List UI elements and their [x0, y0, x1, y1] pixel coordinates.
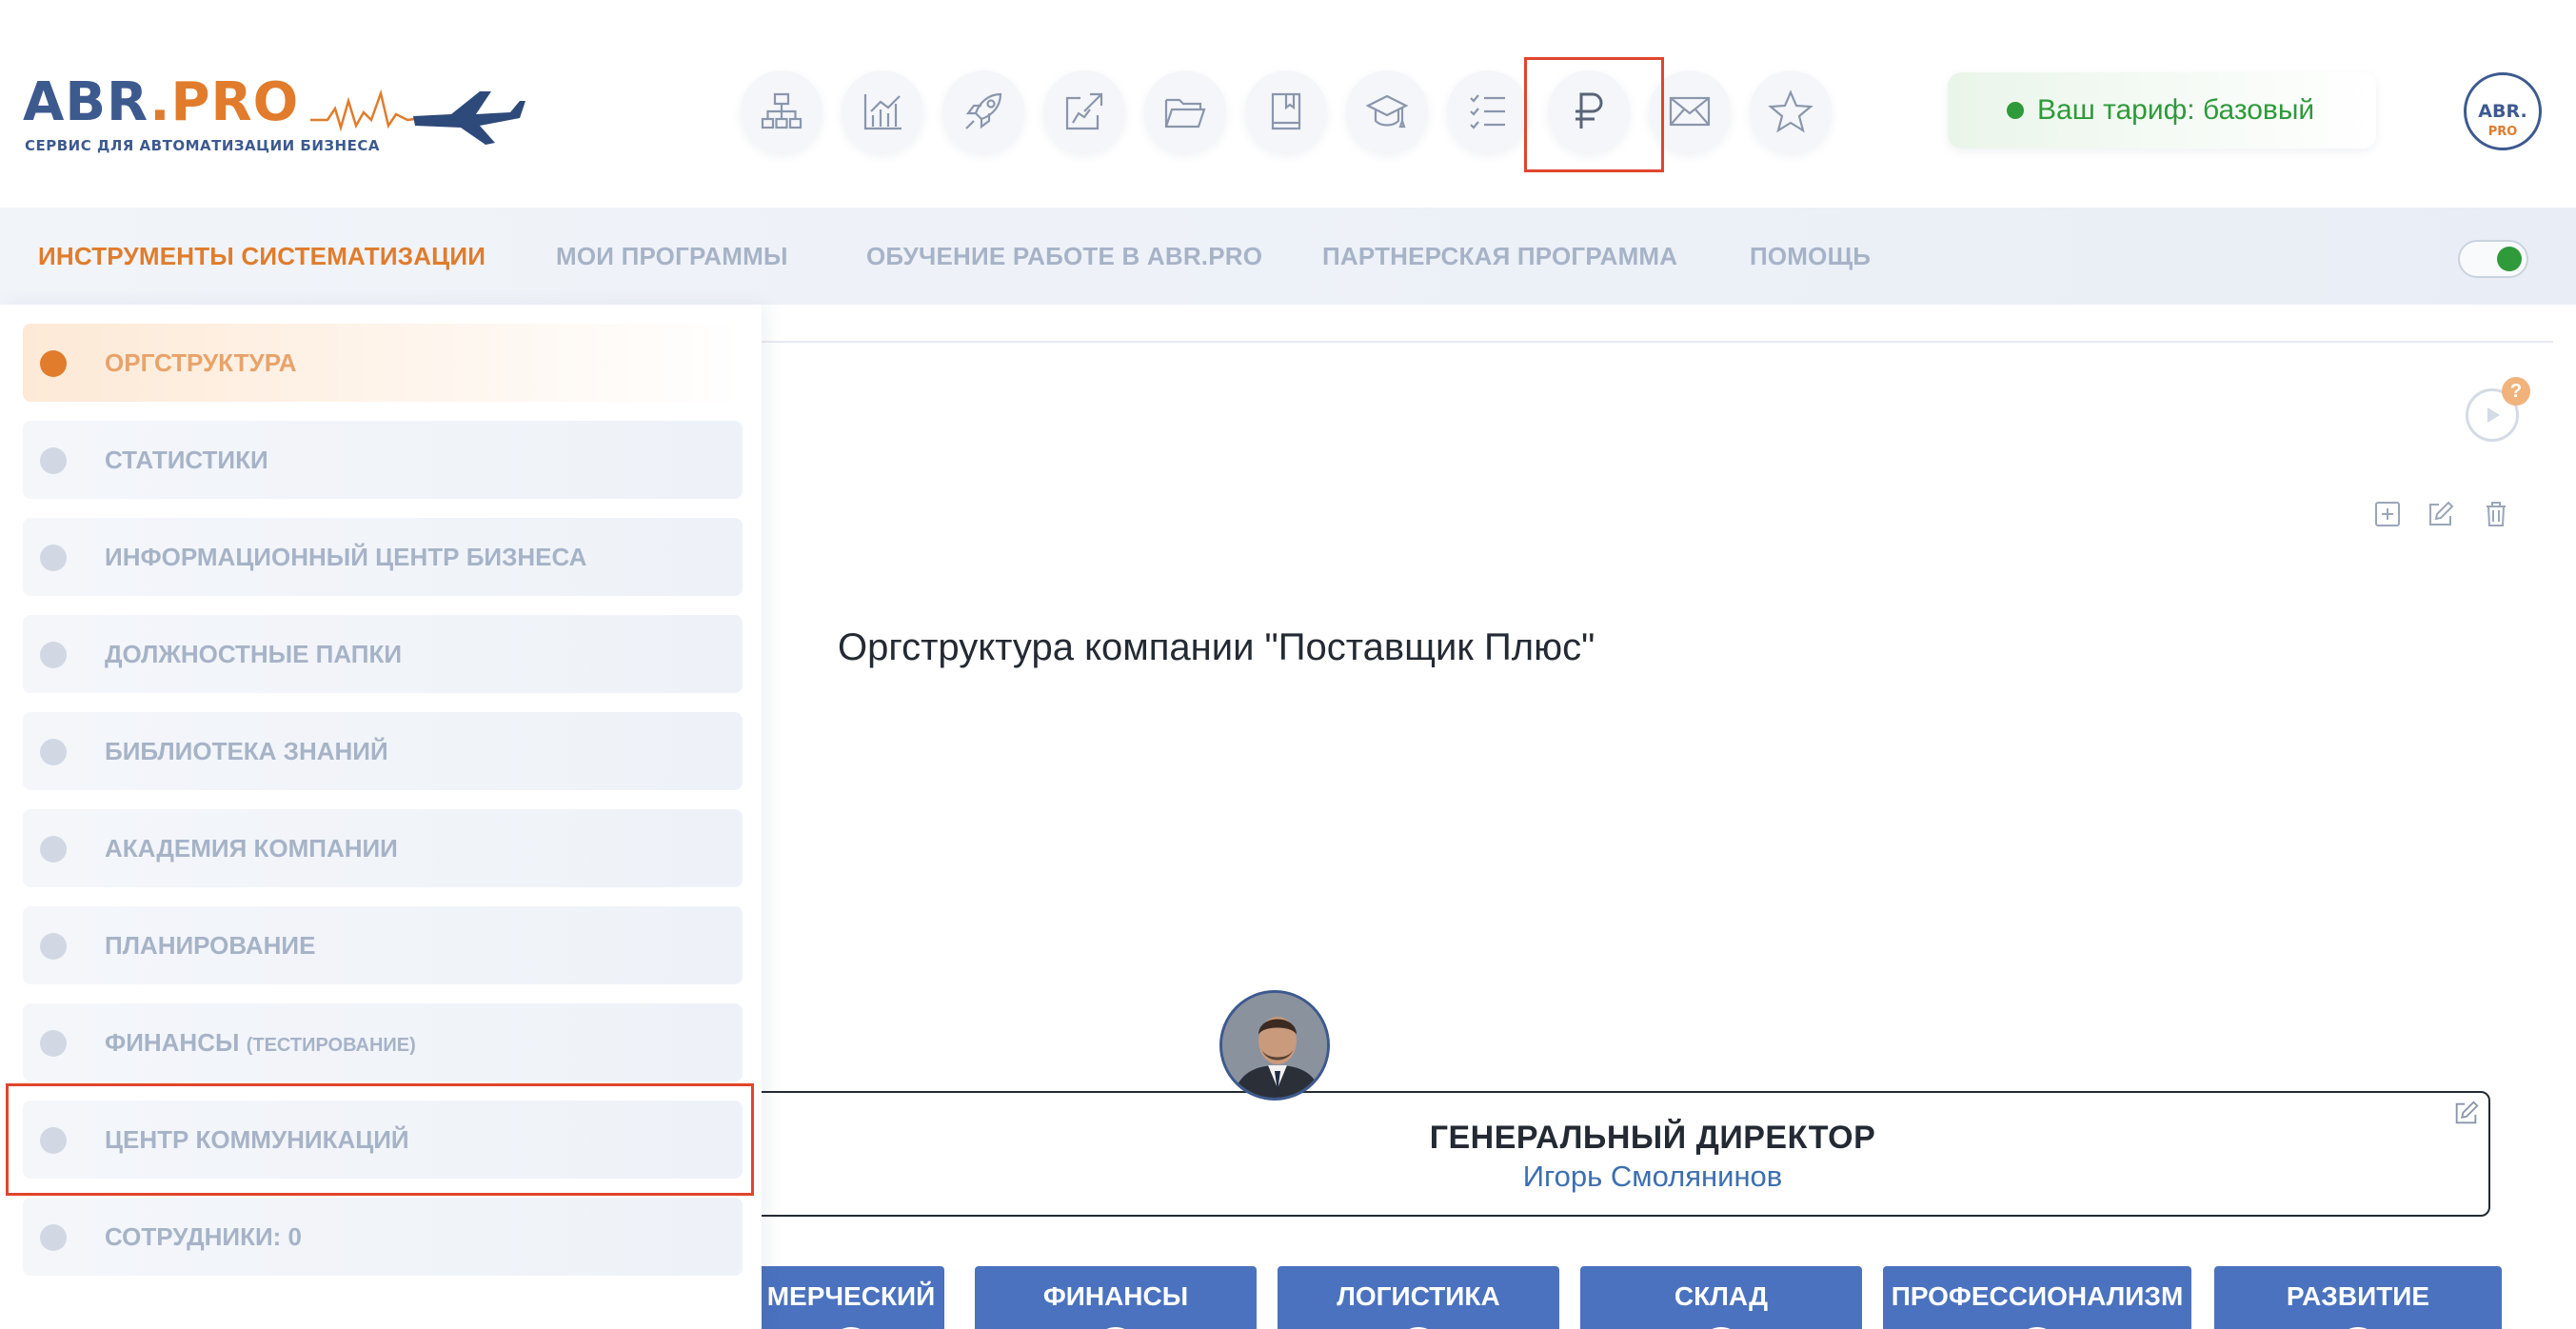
star-icon[interactable]: [1750, 70, 1832, 152]
add-icon[interactable]: [2372, 499, 2403, 529]
book-icon[interactable]: [1245, 70, 1327, 152]
avatar-abr-text: ABR.: [2478, 101, 2527, 122]
sidebar-item-knowledge-library[interactable]: БИБЛИОТЕКА ЗНАНИЙ: [23, 712, 743, 790]
nav-item-my-programs[interactable]: МОИ ПРОГРАММЫ: [556, 242, 788, 271]
ceo-avatar: [1219, 990, 1330, 1101]
ruble-icon-highlight: [1524, 57, 1664, 172]
ceo-card[interactable]: ГЕНЕРАЛЬНЫЙ ДИРЕКТОР Игорь Смолянинов: [701, 1091, 2490, 1217]
bullet-icon: [40, 350, 67, 377]
abr-pro-logo[interactable]: ABR.PRO СЕРВИС ДЛЯ АВТОМАТИЗАЦИИ БИЗНЕСА: [23, 71, 525, 164]
nav-item-tools[interactable]: ИНСТРУМЕНТЫ СИСТЕМАТИЗАЦИИ: [38, 242, 485, 271]
play-icon: [2487, 407, 2500, 423]
edit-icon[interactable]: [2426, 499, 2456, 529]
sidebar-item-finance[interactable]: ФИНАНСЫ (ТЕСТИРОВАНИЕ): [23, 1003, 743, 1081]
sidebar-item-statistics[interactable]: СТАТИСТИКИ: [23, 421, 743, 499]
avatar[interactable]: ABR. PRO: [2464, 72, 2542, 150]
plane-icon: [310, 89, 525, 145]
graduation-cap-icon[interactable]: [1346, 70, 1428, 152]
dept-professionalism[interactable]: ПРОФЕССИОНАЛИЗМ: [1883, 1266, 2191, 1329]
nav-item-help[interactable]: ПОМОЩЬ: [1750, 242, 1871, 271]
bullet-icon: [40, 447, 67, 474]
sidebar: ОРГСТРУКТУРА СТАТИСТИКИ ИНФОРМАЦИОННЫЙ Ц…: [0, 305, 762, 1329]
dept-finance[interactable]: ФИНАНСЫ: [975, 1266, 1257, 1329]
edit-icon[interactable]: [2452, 1099, 2481, 1127]
ceo-name[interactable]: Игорь Смолянинов: [703, 1160, 2488, 1194]
avatar-pro-text: PRO: [2487, 125, 2518, 139]
chart-icon[interactable]: [842, 70, 923, 152]
status-dot-icon: [2007, 102, 2024, 119]
person-photo-icon: [1222, 993, 1327, 1098]
sidebar-item-employees[interactable]: СОТРУДНИКИ: 0: [23, 1198, 743, 1276]
sidebar-item-planning[interactable]: ПЛАНИРОВАНИЕ: [23, 906, 743, 984]
dept-logistics[interactable]: ЛОГИСТИКА: [1278, 1266, 1559, 1329]
sidebar-item-job-folders[interactable]: ДОЛЖНОСТНЫЕ ПАПКИ: [23, 615, 743, 693]
bullet-icon: [40, 739, 67, 765]
toggle-knob: [2497, 247, 2522, 271]
bullet-icon: [40, 642, 67, 668]
bullet-icon: [40, 1224, 67, 1251]
org-chart-icon[interactable]: [741, 70, 822, 152]
dept-commercial[interactable]: МЕРЧЕСКИЙ: [758, 1266, 944, 1329]
tariff-badge[interactable]: Ваш тариф: базовый: [1948, 72, 2376, 149]
logo-wordmark: ABR.PRO: [23, 71, 300, 133]
bullet-icon: [40, 1030, 67, 1057]
ceo-role: ГЕНЕРАЛЬНЫЙ ДИРЕКТОР: [1429, 1120, 1876, 1156]
bullet-icon: [40, 545, 67, 571]
trash-icon[interactable]: [2481, 499, 2511, 529]
folder-icon[interactable]: [1144, 70, 1226, 152]
header: ABR.PRO СЕРВИС ДЛЯ АВТОМАТИЗАЦИИ БИЗНЕСА: [0, 0, 2576, 208]
communications-highlight: [6, 1083, 754, 1196]
sidebar-item-info-center[interactable]: ИНФОРМАЦИОННЫЙ ЦЕНТР БИЗНЕСА: [23, 518, 743, 596]
rocket-icon[interactable]: [942, 70, 1024, 152]
nav-item-training[interactable]: ОБУЧЕНИЕ РАБОТЕ В ABR.PRO: [866, 242, 1262, 271]
dept-development[interactable]: РАЗВИТИЕ: [2214, 1266, 2502, 1329]
top-nav: ИНСТРУМЕНТЫ СИСТЕМАТИЗАЦИИ МОИ ПРОГРАММЫ…: [0, 208, 2576, 305]
bullet-icon: [40, 933, 67, 960]
tariff-label: Ваш тариф: базовый: [2037, 94, 2315, 126]
org-title: Оргструктура компании "Поставщик Плюс": [838, 626, 1595, 668]
help-badge[interactable]: ?: [2502, 377, 2530, 406]
checklist-icon[interactable]: [1447, 70, 1529, 152]
main-panel: ? Оргструктура компании "Поставщик Плюс"…: [701, 341, 2553, 1329]
sidebar-item-orgstructure[interactable]: ОРГСТРУКТУРА: [23, 324, 743, 402]
nav-item-partner[interactable]: ПАРТНЕРСКАЯ ПРОГРАММА: [1322, 242, 1677, 271]
sidebar-item-academy[interactable]: АКАДЕМИЯ КОМПАНИИ: [23, 809, 743, 887]
dept-warehouse[interactable]: СКЛАД: [1580, 1266, 1862, 1329]
theme-toggle[interactable]: [2458, 240, 2528, 278]
share-icon[interactable]: [1043, 70, 1125, 152]
bullet-icon: [40, 836, 67, 863]
